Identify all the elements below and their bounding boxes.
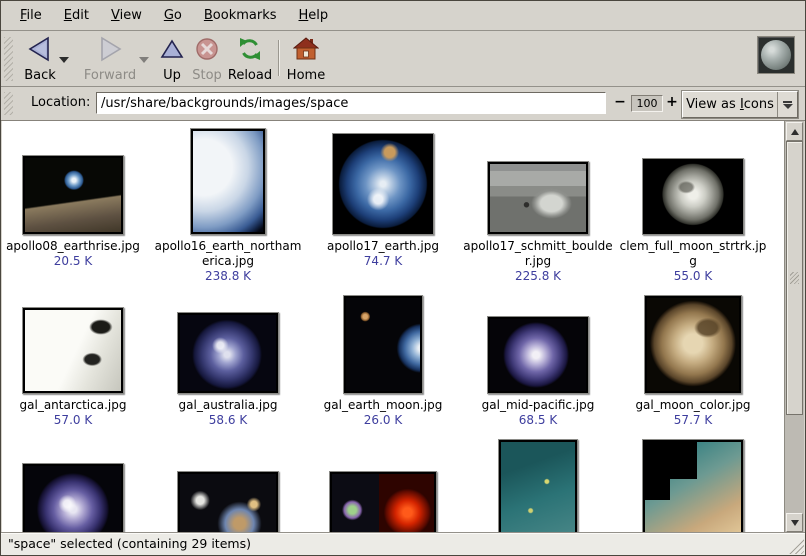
vertical-scrollbar[interactable] bbox=[784, 121, 804, 533]
file-item-clem-full-moon[interactable]: clem_full_moon_strtrk.jpg 55.0 K bbox=[618, 131, 768, 284]
back-button[interactable]: Back bbox=[17, 35, 63, 83]
toolbar-separator bbox=[278, 40, 280, 76]
menu-file[interactable]: File bbox=[9, 3, 53, 28]
menu-help[interactable]: Help bbox=[288, 3, 340, 28]
location-bar-drag-handle[interactable] bbox=[4, 92, 13, 115]
scroll-up-button[interactable] bbox=[786, 122, 803, 141]
file-item-apollo17-earth[interactable]: apollo17_earth.jpg 74.7 K bbox=[308, 131, 458, 269]
file-item-apollo17-schmitt-boulder[interactable]: apollo17_schmitt_boulder.jpg 225.8 K bbox=[463, 131, 613, 284]
back-arrow-icon bbox=[27, 36, 53, 62]
menu-view[interactable]: View bbox=[100, 3, 153, 28]
blue-marble-thumbnail bbox=[335, 136, 431, 232]
file-item-gal-moon-color[interactable]: gal_moon_color.jpg 57.7 K bbox=[618, 294, 768, 428]
menu-bookmarks[interactable]: Bookmarks bbox=[193, 3, 288, 28]
earth-crescent-thumbnail bbox=[193, 131, 263, 232]
zoom-level-indicator: 100 bbox=[631, 95, 663, 112]
file-item-gal-mid-pacific[interactable]: gal_mid-pacific.jpg 68.5 K bbox=[463, 294, 613, 428]
file-item-partial-1[interactable] bbox=[2, 463, 148, 533]
earth-moon-thumbnail bbox=[346, 298, 420, 391]
toolbar: Back Forward Up Stop bbox=[1, 32, 805, 87]
full-moon-thumbnail bbox=[645, 161, 741, 232]
purple-globe-thumbnail bbox=[490, 319, 586, 391]
zoom-out-button[interactable]: − bbox=[613, 94, 627, 110]
purple-globe-partial-thumbnail bbox=[25, 466, 121, 533]
earthrise-thumbnail bbox=[25, 158, 121, 232]
moonscape-thumbnail bbox=[490, 164, 586, 232]
file-item-partial-4[interactable] bbox=[463, 439, 613, 533]
file-manager-window: File Edit View Go Bookmarks Help Back Fo… bbox=[0, 0, 806, 556]
view-mode-value: Icons bbox=[740, 97, 774, 112]
ice-sheet-thumbnail bbox=[25, 310, 121, 391]
file-item-apollo08-earthrise[interactable]: apollo08_earthrise.jpg 20.5 K bbox=[2, 131, 148, 269]
status-bar: "space" selected (containing 29 items) bbox=[1, 532, 805, 555]
location-label: Location: bbox=[31, 95, 90, 110]
stepped-nebula-partial-thumbnail bbox=[645, 442, 741, 533]
forward-button[interactable]: Forward bbox=[81, 35, 139, 83]
stop-icon bbox=[195, 37, 219, 61]
scroll-down-icon bbox=[791, 520, 799, 526]
up-arrow-icon bbox=[160, 37, 184, 61]
file-item-partial-5[interactable] bbox=[618, 439, 768, 533]
location-input[interactable] bbox=[96, 92, 606, 114]
menu-bar: File Edit View Go Bookmarks Help bbox=[1, 1, 805, 31]
reload-icon bbox=[237, 36, 263, 62]
file-item-apollo16-earth[interactable]: apollo16_earth_northamerica.jpg 238.8 K bbox=[153, 131, 303, 284]
view-mode-selector[interactable]: View as Icons bbox=[682, 91, 798, 118]
reload-button[interactable]: Reload bbox=[225, 35, 275, 83]
gray-sphere-throbber-icon bbox=[761, 40, 791, 70]
view-mode-dropdown-button[interactable] bbox=[777, 92, 797, 117]
home-icon bbox=[293, 36, 319, 62]
chevron-down-icon bbox=[783, 104, 793, 109]
menu-edit[interactable]: Edit bbox=[53, 3, 100, 28]
file-item-gal-earth-moon[interactable]: gal_earth_moon.jpg 26.0 K bbox=[308, 294, 458, 428]
file-item-partial-3[interactable] bbox=[308, 471, 458, 533]
file-item-gal-antarctica[interactable]: gal_antarctica.jpg 57.0 K bbox=[2, 294, 148, 428]
throbber bbox=[757, 36, 795, 74]
teal-nebula-partial-thumbnail bbox=[501, 442, 575, 533]
forward-arrow-icon bbox=[97, 36, 123, 62]
window-resize-grip[interactable] bbox=[786, 536, 804, 554]
file-item-gal-australia[interactable]: gal_australia.jpg 58.6 K bbox=[153, 294, 303, 428]
toolbar-drag-handle[interactable] bbox=[4, 37, 13, 81]
view-mode-pre: View as bbox=[686, 97, 740, 112]
scroll-down-button[interactable] bbox=[786, 513, 803, 532]
scroll-up-icon bbox=[791, 129, 799, 135]
nebula-two-panel-partial-thumbnail bbox=[332, 474, 434, 533]
stop-button[interactable]: Stop bbox=[189, 35, 225, 83]
zoom-in-button[interactable]: + bbox=[665, 94, 679, 110]
back-history-dropdown-icon[interactable] bbox=[59, 57, 69, 63]
scrollbar-grip-icon bbox=[790, 272, 799, 284]
galaxy-pair-partial-thumbnail bbox=[180, 474, 276, 533]
menu-go[interactable]: Go bbox=[153, 3, 193, 28]
color-moon-thumbnail bbox=[647, 298, 739, 391]
location-bar: Location: − 100 + View as Icons bbox=[1, 87, 805, 121]
up-button[interactable]: Up bbox=[156, 35, 188, 83]
icon-view: apollo08_earthrise.jpg 20.5 K apollo16_e… bbox=[2, 121, 784, 533]
scrollbar-thumb[interactable] bbox=[786, 141, 803, 415]
file-item-partial-2[interactable] bbox=[153, 471, 303, 533]
home-button[interactable]: Home bbox=[285, 35, 327, 83]
status-text: "space" selected (containing 29 items) bbox=[8, 536, 251, 551]
forward-history-dropdown-icon[interactable] bbox=[139, 57, 149, 63]
dark-globe-thumbnail bbox=[180, 315, 276, 391]
